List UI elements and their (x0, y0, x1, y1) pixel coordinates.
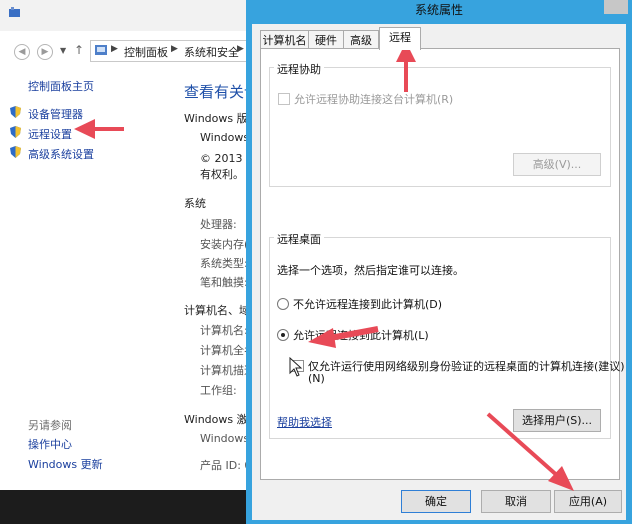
breadcrumb-separator: ▶ (111, 44, 118, 54)
up-arrow-icon[interactable]: ↑ (74, 43, 84, 57)
breadcrumb-separator: ▶ (171, 44, 178, 54)
remote-tab-panel: 远程协助 允许远程协助连接这台计算机(R) 高级(V)... 远程桌面 选择一个… (260, 48, 625, 480)
computer-row: 计算机名: (200, 324, 248, 337)
breadcrumb-control-panel[interactable]: 控制面板 (124, 44, 168, 60)
deny-remote-radio[interactable] (277, 298, 289, 310)
tab-computer-name[interactable]: 计算机名 (260, 30, 309, 50)
recent-pages-chevron-icon[interactable]: ▼ (60, 46, 66, 55)
cancel-button[interactable]: 取消 (481, 490, 551, 513)
breadcrumb-separator: ▶ (237, 44, 244, 54)
deny-remote-label: 不允许远程连接到此计算机(D) (293, 298, 443, 311)
remote-desktop-label: 远程桌面 (274, 231, 324, 247)
back-arrow-icon[interactable]: ◀ (14, 44, 30, 60)
see-also-title: 另请参阅 (28, 419, 72, 432)
ok-button[interactable]: 确定 (401, 490, 471, 513)
edition-name: Windows (200, 131, 250, 144)
allow-remote-label: 允许远程连接到此计算机(L) (293, 329, 429, 342)
nla-only-label: 仅允许运行使用网络级别身份验证的远程桌面的计算机连接(建议) (308, 360, 625, 373)
apply-button[interactable]: 应用(A) (554, 490, 622, 513)
system-row: 处理器: (200, 218, 237, 231)
nla-only-checkbox[interactable] (292, 360, 304, 372)
dialog-title: 系统属性 (414, 3, 463, 17)
system-row: 系统类型: (200, 257, 248, 270)
allow-remote-assistance-label: 允许远程协助连接这台计算机(R) (294, 93, 454, 106)
close-button[interactable] (604, 0, 628, 14)
shield-icon (10, 146, 21, 158)
sidebar-home-link[interactable]: 控制面板主页 (28, 78, 94, 94)
radio-selected-dot (281, 333, 285, 337)
nla-only-label-shortcut: (N) (308, 372, 325, 385)
activation-row: 产品 ID: 0 (200, 459, 252, 472)
see-also-windows-update[interactable]: Windows 更新 (28, 456, 103, 472)
activation-row: Windows (200, 432, 250, 445)
dialog-client-area: 计算机名 硬件 高级 远程 远程协助 允许远程协助连接这台计算机(R) 高级(V… (252, 24, 626, 520)
breadcrumb-system-security[interactable]: 系统和安全 (184, 44, 239, 60)
shield-icon (10, 126, 21, 138)
forward-arrow-icon[interactable]: ▶ (37, 44, 53, 60)
copyright-line2: 有权利。 (200, 168, 244, 181)
system-heading: 系统 (184, 197, 206, 210)
sidebar-item-remote-settings[interactable]: 远程设置 (28, 126, 72, 142)
tab-remote[interactable]: 远程 (379, 27, 421, 50)
system-properties-dialog: 系统属性 计算机名 硬件 高级 远程 远程协助 允许远程协助连接这台计算机(R)… (246, 0, 632, 524)
tab-advanced[interactable]: 高级 (343, 30, 379, 50)
tab-hardware[interactable]: 硬件 (308, 30, 344, 50)
sidebar-item-advanced-settings[interactable]: 高级系统设置 (28, 146, 94, 162)
remote-assistance-label: 远程协助 (274, 61, 324, 77)
sidebar-item-device-manager[interactable]: 设备管理器 (28, 106, 83, 122)
allow-remote-radio[interactable] (277, 329, 289, 341)
select-users-button[interactable]: 选择用户(S)... (513, 409, 601, 432)
allow-remote-assistance-checkbox[interactable] (278, 93, 290, 105)
remote-desktop-instruction: 选择一个选项，然后指定谁可以连接。 (277, 264, 464, 277)
advanced-button[interactable]: 高级(V)... (513, 153, 601, 176)
system-window-icon (9, 7, 20, 17)
control-panel-icon (95, 45, 107, 55)
shield-icon (10, 106, 21, 118)
system-row: 笔和触摸: (200, 276, 248, 289)
see-also-action-center[interactable]: 操作中心 (28, 436, 72, 452)
help-me-choose-link[interactable]: 帮助我选择 (277, 414, 332, 430)
computer-row: 工作组: (200, 384, 237, 397)
